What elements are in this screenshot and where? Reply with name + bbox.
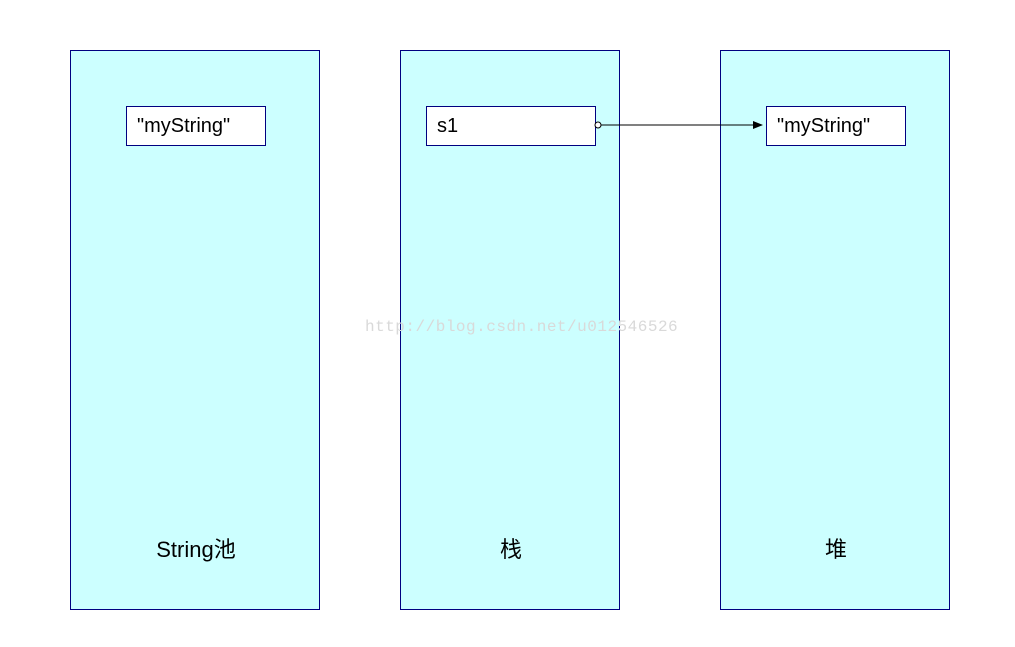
label-string-pool: String池 (71, 532, 321, 564)
region-string-pool: "myString" String池 (70, 50, 320, 610)
label-stack: 栈 (401, 532, 621, 564)
node-stack-s1: s1 (426, 106, 596, 146)
region-heap: "myString" 堆 (720, 50, 950, 610)
node-string-pool-value: "myString" (126, 106, 266, 146)
region-stack: s1 栈 (400, 50, 620, 610)
label-heap: 堆 (721, 532, 951, 564)
node-heap-value: "myString" (766, 106, 906, 146)
